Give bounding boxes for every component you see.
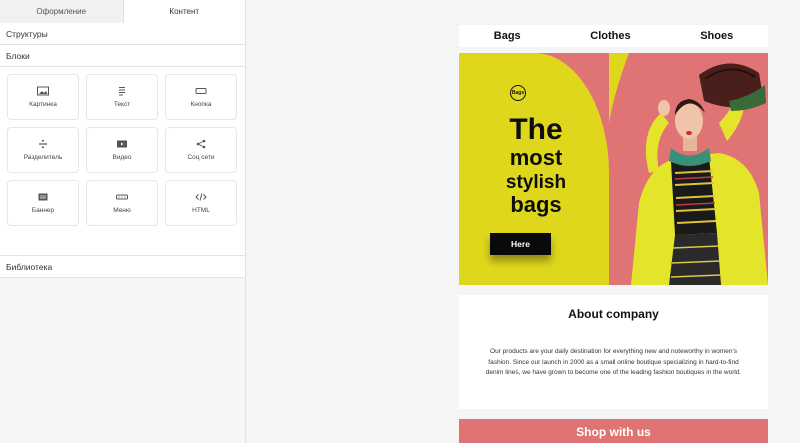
block-button[interactable]: Кнопка — [165, 74, 237, 120]
block-divider[interactable]: Разделитель — [7, 127, 79, 173]
email-preview-area: Bags Clothes Shoes Bags The most stylish… — [247, 0, 800, 443]
block-label: Меню — [113, 207, 131, 214]
blocks-panel: Картинка Текст Кнопка Разделитель Видео … — [0, 67, 245, 256]
block-label: Видео — [112, 154, 132, 161]
here-button[interactable]: Here — [490, 233, 551, 255]
tab-content[interactable]: Контент — [122, 0, 245, 23]
hero-title-line: most — [509, 145, 563, 170]
email-nav: Bags Clothes Shoes — [459, 25, 768, 47]
block-menu[interactable]: Меню — [86, 180, 158, 226]
email-preview: Bags Clothes Shoes Bags The most stylish… — [459, 25, 768, 443]
block-label: Баннер — [31, 207, 55, 214]
nav-link-clothes[interactable]: Clothes — [590, 30, 630, 42]
hero-title-line: bags — [510, 192, 562, 217]
nav-link-shoes[interactable]: Shoes — [700, 30, 733, 42]
block-banner[interactable]: Баннер — [7, 180, 79, 226]
tab-design[interactable]: Оформление — [0, 0, 123, 23]
divider-icon — [39, 139, 47, 149]
button-icon — [195, 88, 207, 94]
block-social[interactable]: Соц сети — [165, 127, 237, 173]
text-icon — [119, 87, 125, 96]
block-html[interactable]: HTML — [165, 180, 237, 226]
about-section[interactable]: About company Our products are your dail… — [459, 295, 768, 409]
image-icon — [37, 86, 49, 96]
block-text[interactable]: Текст — [86, 74, 158, 120]
editor-tabs: Оформление Контент — [0, 0, 245, 23]
nav-link-bags[interactable]: Bags — [494, 30, 521, 42]
block-label: HTML — [192, 207, 210, 214]
hero-title: The most stylish bags — [491, 115, 581, 216]
block-video[interactable]: Видео — [86, 127, 158, 173]
share-icon — [196, 139, 206, 149]
block-label: Разделитель — [23, 154, 63, 161]
hero-title-line: The — [509, 113, 563, 146]
video-icon — [117, 140, 127, 148]
hero-model-image — [609, 53, 768, 285]
hero-banner[interactable]: Bags The most stylish bags Here — [459, 53, 768, 285]
hero-title-line: stylish — [505, 172, 567, 193]
block-label: Текст — [113, 101, 131, 108]
section-blocks[interactable]: Блоки — [0, 45, 245, 67]
editor-sidebar: Оформление Контент Структуры Блоки Карти… — [0, 0, 246, 443]
banner-icon — [38, 193, 48, 201]
section-structures[interactable]: Структуры — [0, 23, 245, 45]
block-image[interactable]: Картинка — [7, 74, 79, 120]
code-icon — [195, 193, 207, 201]
block-label: Кнопка — [190, 101, 212, 108]
brand-logo: Bags — [510, 85, 526, 101]
block-label: Соц сети — [187, 154, 215, 161]
shop-banner[interactable]: Shop with us — [459, 419, 768, 443]
section-library[interactable]: Библиотека — [0, 256, 245, 278]
menu-icon — [116, 194, 128, 200]
about-text: Our products are your daily destination … — [485, 348, 742, 377]
about-title: About company — [568, 307, 659, 321]
blocks-grid: Картинка Текст Кнопка Разделитель Видео … — [7, 74, 238, 226]
block-label: Картинка — [29, 101, 57, 108]
